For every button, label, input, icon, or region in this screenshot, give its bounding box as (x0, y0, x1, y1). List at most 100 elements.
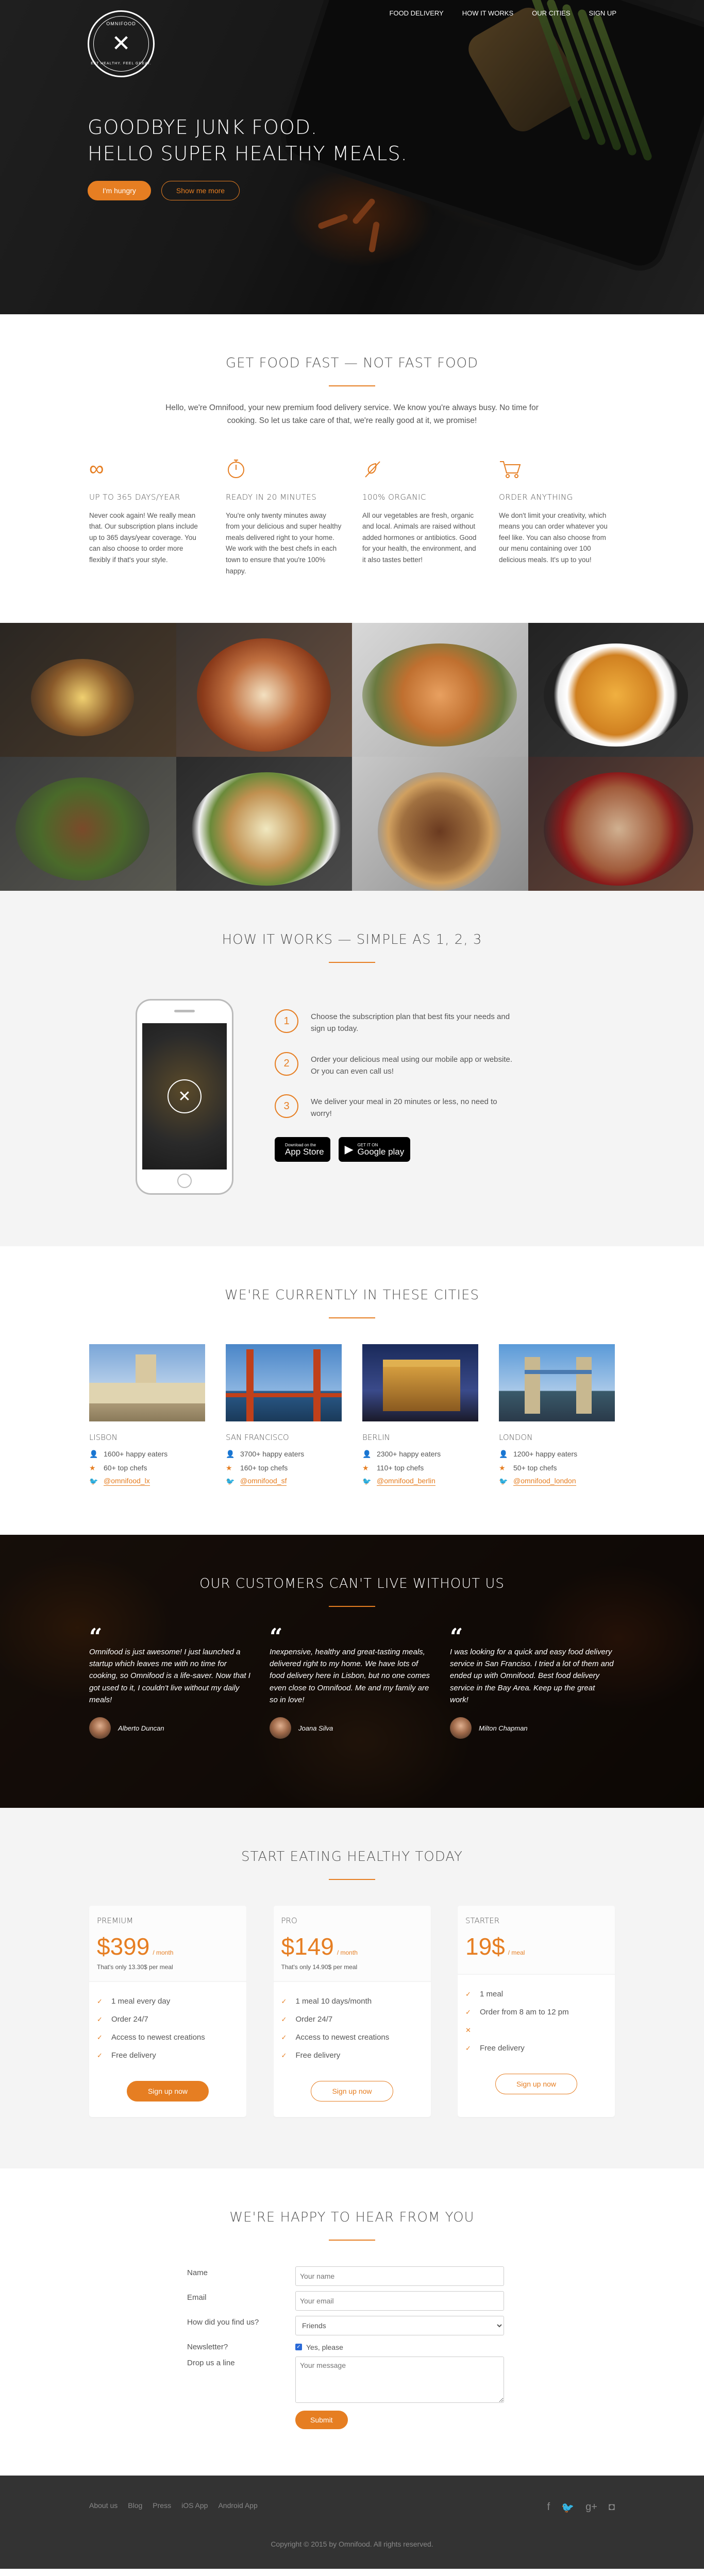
city-photo-lisbon (89, 1344, 205, 1422)
city-eaters: 2300+ happy eaters (377, 1450, 441, 1459)
feature-title: 100% organic (362, 492, 426, 502)
checkmark-icon: ✓ (465, 2044, 471, 2052)
city-item: Lisbon 👤 1600+ happy eaters ★ 60+ top chef… (89, 1344, 205, 1488)
person-icon: 👤 (499, 1450, 508, 1459)
footer-link-about[interactable]: About us (89, 2501, 118, 2514)
person-icon: 👤 (226, 1450, 235, 1459)
name-field[interactable] (295, 2266, 504, 2286)
feature-item: Order anything We don't limit your creat… (499, 459, 615, 577)
feature-text: Never cook again! We really mean that. O… (89, 511, 198, 564)
plan-box-starter: Starter 19$ / meal ✓ 1 meal ✓ Order from 8 … (458, 1905, 615, 2117)
google-play-button[interactable]: ▶ GET IT ON Google play (338, 1137, 411, 1162)
contact-form: Name Email How did you find us? Friends … (187, 2266, 517, 2429)
city-chefs: 160+ top chefs (240, 1463, 288, 1472)
sign-up-pro-button[interactable]: Sign up now (311, 2080, 393, 2102)
form-title: We're happy to hear from you (0, 2210, 704, 2241)
feature-text: We don't limit your creativity, which me… (499, 511, 608, 564)
step-number: 2 (275, 1052, 298, 1076)
testimonial-author: Joana Silva (298, 1724, 333, 1732)
plan-price-unit: / month (337, 1948, 358, 1956)
cross-icon: ✕ (465, 2026, 471, 2034)
email-field[interactable] (295, 2291, 504, 2311)
cities-section: We're currently in these cities Lisbon 👤… (0, 1246, 704, 1535)
plan-feature: ✓ Access to newest creations (281, 2028, 423, 2046)
meal-photo[interactable] (528, 623, 704, 757)
im-hungry-button[interactable]: I'm hungry (88, 180, 151, 200)
checkmark-icon: ✓ (281, 2033, 287, 2041)
instagram-icon[interactable]: ◘ (609, 2501, 615, 2514)
city-item: San Francisco 👤 3700+ happy eaters ★ 160+ … (226, 1344, 342, 1488)
twitter-icon: 🐦 (499, 1477, 508, 1486)
footer-link-ios[interactable]: iOS App (181, 2501, 208, 2514)
footer-link-press[interactable]: Press (153, 2501, 171, 2514)
hero-heading-line2: Hello super healthy meals. (88, 142, 408, 165)
city-name: London (499, 1433, 533, 1443)
hero-text-box: Goodbye junk food. Hello super healthy m… (88, 114, 408, 200)
nav-our-cities[interactable]: Our cities (532, 9, 570, 20)
store-big-text: App Store (285, 1146, 324, 1157)
star-icon: ★ (89, 1463, 96, 1472)
checkmark-icon: ✓ (465, 2008, 471, 2016)
step-item: 2 Order your delicious meal using our mo… (275, 1052, 517, 1078)
city-photo-berlin (362, 1344, 478, 1422)
city-name: Berlin (362, 1433, 390, 1443)
nav-sign-up[interactable]: Sign up (589, 9, 616, 20)
newsletter-checkbox[interactable]: ✓ (295, 2344, 302, 2351)
facebook-icon[interactable]: f (547, 2501, 550, 2514)
city-twitter-link[interactable]: @omnifood_sf (240, 1477, 287, 1486)
googleplus-icon[interactable]: g+ (585, 2501, 597, 2514)
store-big-text: Google play (357, 1146, 405, 1157)
city-twitter-link[interactable]: @omnifood_berlin (377, 1477, 435, 1486)
nav-how-it-works[interactable]: How it works (462, 9, 513, 20)
city-chefs: 60+ top chefs (104, 1463, 147, 1472)
plan-feature: ✓ Free delivery (97, 2046, 239, 2064)
meal-photo[interactable] (176, 757, 352, 891)
step-text: Order your delicious meal using our mobi… (311, 1055, 513, 1076)
avatar (450, 1717, 472, 1739)
step-number: 3 (275, 1094, 298, 1118)
sign-up-starter-button[interactable]: Sign up now (495, 2073, 578, 2094)
stopwatch-icon (226, 459, 342, 479)
twitter-icon: 🐦 (226, 1477, 235, 1486)
testimonial-item: “ Inexpensive, healthy and great-tasting… (270, 1625, 434, 1739)
features-title: Get food fast — not fast food (0, 355, 704, 386)
app-store-button[interactable]: Download on the App Store (275, 1137, 330, 1162)
meal-photo[interactable] (176, 623, 352, 757)
show-me-more-button[interactable]: Show me more (161, 180, 240, 200)
step-item: 3 We deliver your meal in 20 minutes or … (275, 1094, 517, 1120)
footer-link-blog[interactable]: Blog (128, 2501, 142, 2514)
feature-item: Ready in 20 minutes You're only twenty m… (226, 459, 342, 577)
newsletter-label: Newsletter? (187, 2342, 228, 2351)
app-phone-mockup: ✕ (136, 999, 233, 1195)
plans-section: Start eating healthy today Premium $399/… (0, 1807, 704, 2168)
plan-price: $149 (281, 1933, 334, 1960)
meal-photo[interactable] (352, 623, 528, 757)
find-us-select[interactable]: Friends (295, 2315, 504, 2335)
city-twitter-link[interactable]: @omnifood_lx (104, 1477, 150, 1486)
feature-text: You're only twenty minutes away from you… (226, 511, 342, 575)
nav-food-delivery[interactable]: Food delivery (389, 9, 443, 20)
logo-text-bottom: EAT HEALTHY. FEEL GREAT. (91, 62, 152, 65)
meal-photo[interactable] (352, 757, 528, 891)
submit-button[interactable]: Submit (295, 2410, 348, 2429)
city-twitter-link[interactable]: @omnifood_london (513, 1477, 576, 1486)
omnifood-logo[interactable]: OMNIFOOD ✕ EAT HEALTHY. FEEL GREAT. (88, 10, 155, 77)
meal-photo[interactable] (528, 757, 704, 891)
plan-name: Starter (465, 1916, 500, 1925)
avatar (89, 1717, 111, 1739)
testimonial-item: “ Omnifood is just awesome! I just launc… (89, 1625, 254, 1739)
plan-feature: ✓ Free delivery (465, 2039, 607, 2057)
twitter-icon[interactable]: 🐦 (561, 2501, 574, 2514)
plan-name: Pro (281, 1916, 297, 1925)
footer-link-android[interactable]: Android App (218, 2501, 257, 2514)
testimonial-item: “ I was looking for a quick and easy foo… (450, 1625, 615, 1739)
sign-up-premium-button[interactable]: Sign up now (126, 2080, 209, 2102)
person-icon: 👤 (362, 1450, 372, 1459)
message-field[interactable] (295, 2356, 504, 2403)
checkmark-icon: ✓ (97, 2051, 103, 2059)
plan-box-premium: Premium $399/ month That's only 13.30$ p… (89, 1905, 246, 2117)
meal-photo[interactable] (0, 757, 176, 891)
leaf-icon (362, 459, 478, 479)
meal-photo[interactable] (0, 623, 176, 757)
plan-name: Premium (97, 1916, 133, 1925)
